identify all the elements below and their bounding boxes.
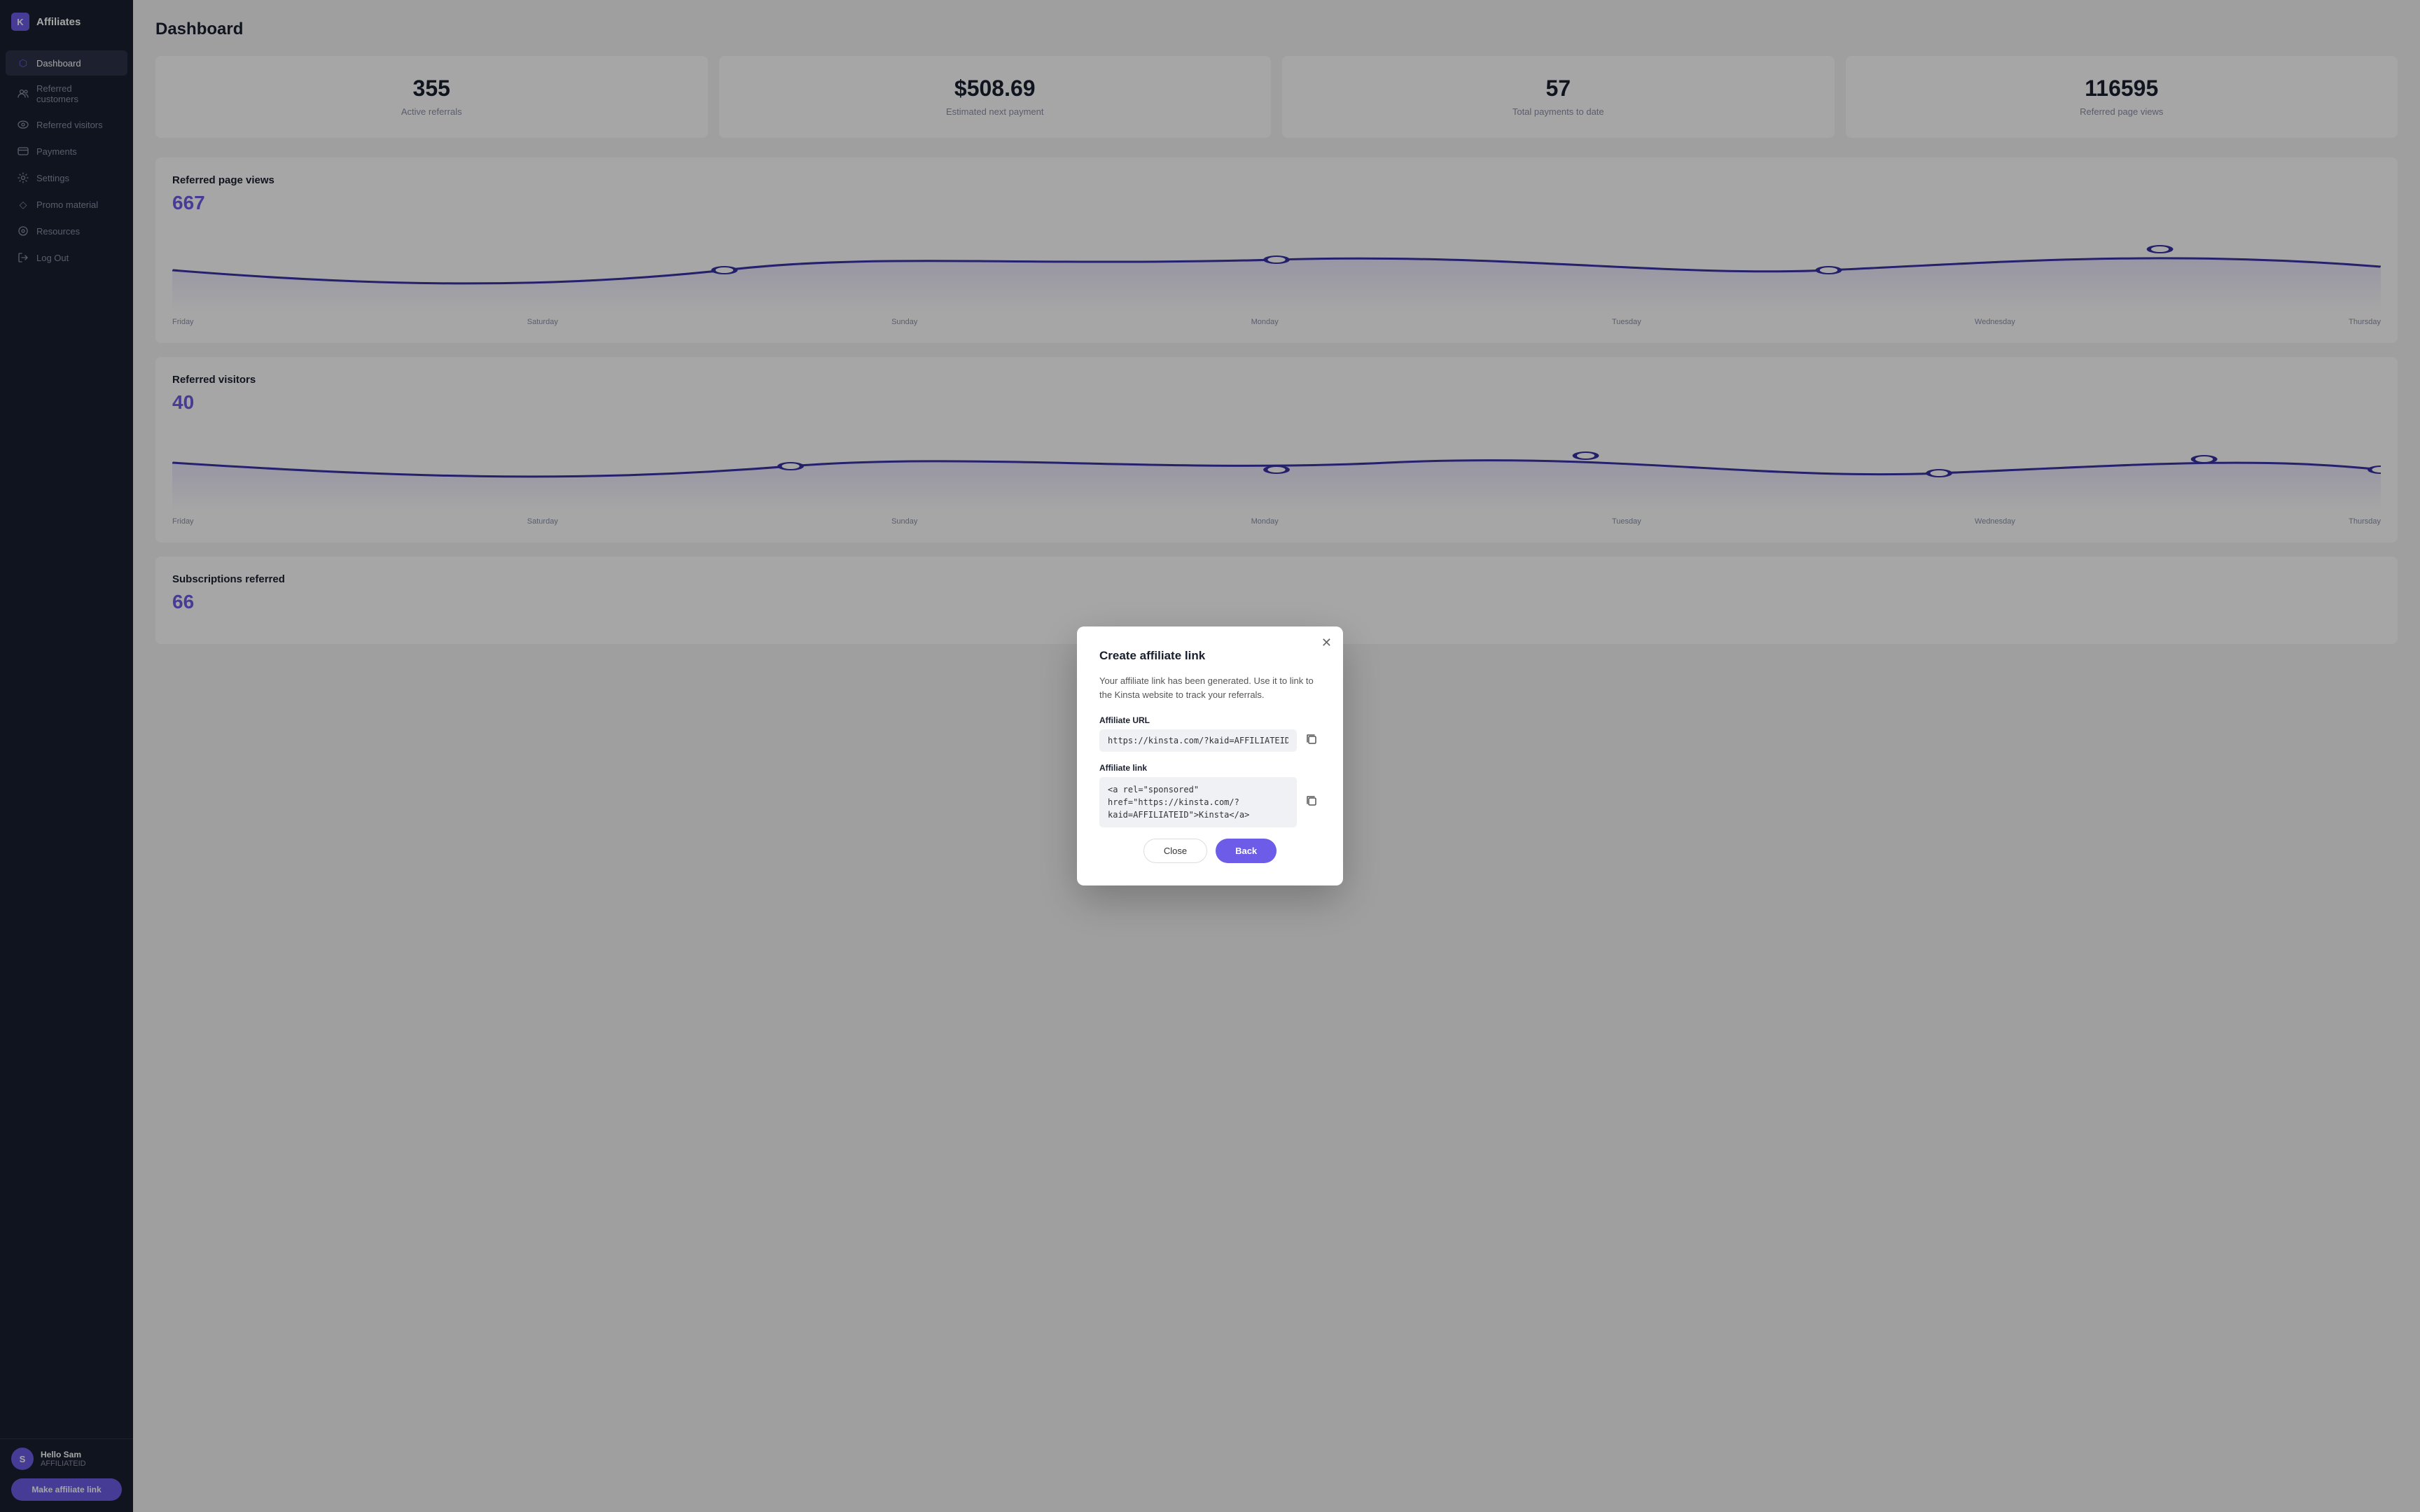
modal-close-button[interactable]: ✕: [1321, 636, 1332, 649]
affiliate-url-label: Affiliate URL: [1099, 715, 1321, 725]
copy-url-button[interactable]: [1302, 730, 1321, 752]
back-button[interactable]: Back: [1216, 839, 1277, 863]
modal-title: Create affiliate link: [1099, 649, 1321, 663]
affiliate-link-label: Affiliate link: [1099, 763, 1321, 773]
modal-actions: Close Back: [1099, 839, 1321, 863]
modal-description: Your affiliate link has been generated. …: [1099, 674, 1321, 701]
close-button[interactable]: Close: [1143, 839, 1207, 863]
create-affiliate-link-modal: ✕ Create affiliate link Your affiliate l…: [1077, 626, 1343, 886]
copy-link-button[interactable]: [1302, 792, 1321, 813]
affiliate-link-textarea[interactable]: <a rel="sponsored" href="https://kinsta.…: [1099, 777, 1297, 827]
modal-overlay[interactable]: ✕ Create affiliate link Your affiliate l…: [0, 0, 2420, 1512]
affiliate-link-row: <a rel="sponsored" href="https://kinsta.…: [1099, 777, 1321, 827]
affiliate-url-row: [1099, 729, 1321, 752]
affiliate-url-input[interactable]: [1099, 729, 1297, 752]
